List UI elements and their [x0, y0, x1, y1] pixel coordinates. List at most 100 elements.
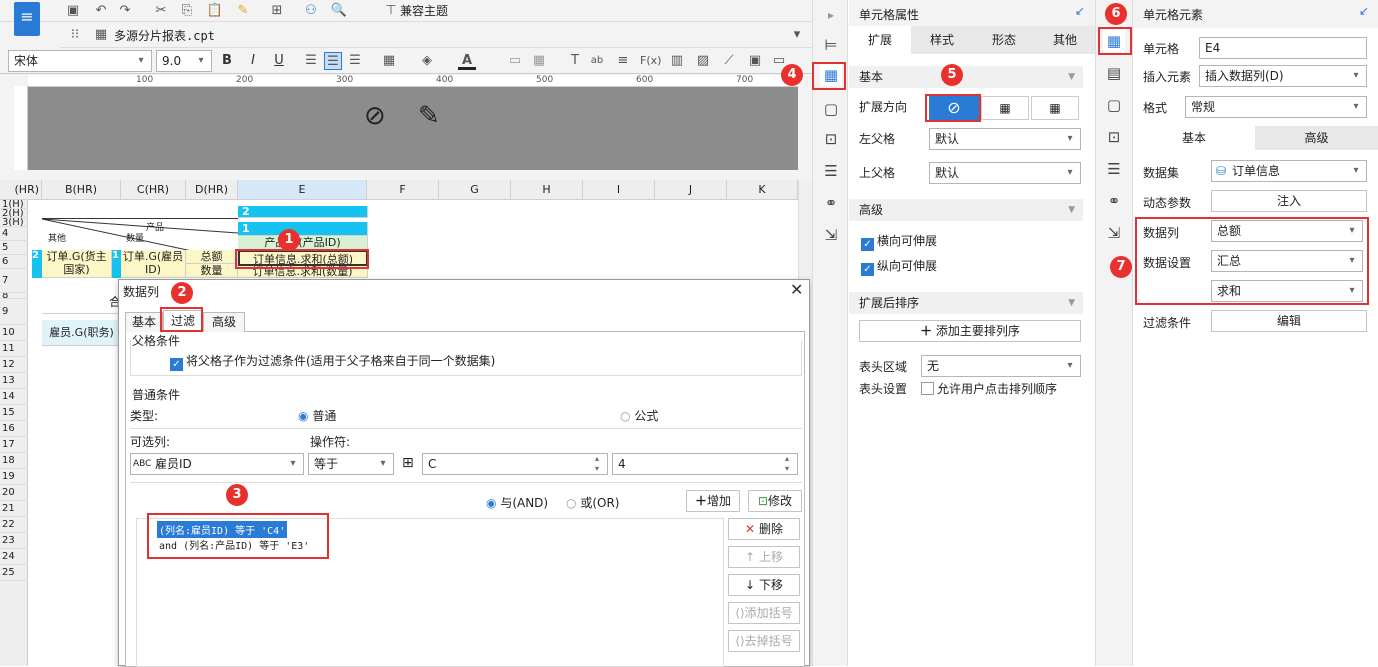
- column-header[interactable]: G: [439, 180, 511, 200]
- collapse-icon[interactable]: ↙: [1075, 4, 1085, 18]
- operator-select[interactable]: 等于 ▾: [308, 453, 394, 475]
- row-header[interactable]: 19: [0, 469, 28, 485]
- cell-name-input[interactable]: E4: [1199, 37, 1367, 59]
- cell-b4[interactable]: 订单.G(货主国家): [42, 250, 112, 278]
- row-header[interactable]: 12: [0, 357, 28, 373]
- tab-form[interactable]: 形态: [973, 26, 1035, 54]
- widget-icon[interactable]: ▢: [820, 98, 842, 120]
- bold-icon[interactable]: B: [218, 52, 236, 70]
- row-header[interactable]: 5: [0, 241, 28, 255]
- formula-icon[interactable]: F(x): [640, 52, 661, 70]
- text-icon[interactable]: T: [566, 52, 584, 70]
- inject-button[interactable]: 注入: [1211, 190, 1367, 212]
- allow-sort-checkbox[interactable]: 允许用户点击排列顺序: [921, 380, 1057, 397]
- abc-icon[interactable]: ab: [588, 52, 606, 70]
- cell-d5[interactable]: 数量: [186, 264, 238, 278]
- advanced-section[interactable]: 高级 ▼: [849, 199, 1083, 221]
- column-header[interactable]: H: [511, 180, 583, 200]
- collapse-arrow-icon[interactable]: ▸: [820, 4, 842, 26]
- sort-section[interactable]: 扩展后排序 ▼: [849, 292, 1083, 314]
- h-extend-checkbox[interactable]: ✓ 横向可伸展: [861, 232, 937, 251]
- expand-vertical-button[interactable]: ▦: [981, 96, 1029, 120]
- row-header[interactable]: 11: [0, 341, 28, 357]
- merge-cell-icon[interactable]: ▭: [506, 52, 524, 70]
- condition-attr-icon[interactable]: ☰: [820, 160, 842, 182]
- cell-ref-icon[interactable]: ⊞: [402, 455, 414, 471]
- row-header[interactable]: 9: [0, 299, 28, 325]
- or-radio[interactable]: ○ 或(OR): [566, 494, 619, 511]
- condition-attr-icon[interactable]: ☰: [1103, 158, 1125, 180]
- import-icon[interactable]: ⇲: [820, 224, 842, 246]
- tab-basic[interactable]: 基本: [125, 312, 163, 332]
- left-parent-select[interactable]: 默认 ▾: [929, 128, 1081, 150]
- collapse-icon[interactable]: ↙: [1359, 4, 1369, 18]
- header-area-select[interactable]: 无 ▾: [921, 355, 1081, 377]
- row-header[interactable]: 20: [0, 485, 28, 501]
- row-header[interactable]: 15: [0, 405, 28, 421]
- tab-elem-advanced[interactable]: 高级: [1255, 126, 1378, 150]
- app-logo-icon[interactable]: ≡: [14, 2, 40, 36]
- add-sort-button[interactable]: ＋ 添加主要排列序: [859, 320, 1081, 342]
- underline-icon[interactable]: U: [270, 52, 288, 70]
- image-icon[interactable]: ▨: [694, 52, 712, 70]
- cell-b8[interactable]: 雇员.G(职务): [42, 320, 122, 346]
- row-header[interactable]: 14: [0, 389, 28, 405]
- move-down-button[interactable]: ↓ 下移: [728, 574, 800, 596]
- row-header[interactable]: 23: [0, 533, 28, 549]
- tab-other[interactable]: 其他: [1035, 26, 1095, 54]
- hyperlink-box-icon[interactable]: ⊡: [1103, 126, 1125, 148]
- row-header[interactable]: 10: [0, 325, 28, 341]
- diagonal-header-cell[interactable]: 产品 数量 其他: [42, 218, 238, 251]
- row-header[interactable]: 18: [0, 453, 28, 469]
- tab-elem-basic[interactable]: 基本: [1133, 126, 1255, 150]
- cell-c4[interactable]: 订单.G(雇员ID): [121, 250, 186, 278]
- search-icon[interactable]: 🔍: [330, 2, 348, 20]
- row-header[interactable]: 6: [0, 255, 28, 269]
- hyperlink-box-icon[interactable]: ⊡: [820, 128, 842, 150]
- edit-filter-button[interactable]: 编辑: [1211, 310, 1367, 332]
- delete-button[interactable]: ✕ 删除: [728, 518, 800, 540]
- row-header[interactable]: 13: [0, 373, 28, 389]
- row-header[interactable]: 25: [0, 565, 28, 581]
- border-icon[interactable]: ▦: [380, 52, 398, 70]
- column-header[interactable]: J: [655, 180, 727, 200]
- cell-e3[interactable]: 产品.G(产品ID): [238, 236, 368, 250]
- tab-advanced[interactable]: 高级: [203, 312, 245, 332]
- column-header[interactable]: F: [367, 180, 439, 200]
- import-icon[interactable]: ⇲: [1103, 222, 1125, 244]
- theme-button[interactable]: 兼容主题: [400, 2, 448, 19]
- undo-icon[interactable]: ↶: [92, 2, 110, 20]
- cell-e2[interactable]: 1: [238, 222, 368, 236]
- font-name-select[interactable]: 宋体 ▾: [8, 50, 152, 72]
- column-header[interactable]: E: [238, 180, 367, 200]
- row-header[interactable]: 7: [0, 269, 28, 293]
- align-center-icon[interactable]: ☰: [324, 52, 342, 70]
- debug-icon[interactable]: ⚇: [302, 2, 320, 20]
- v-extend-checkbox[interactable]: ✓ 纵向可伸展: [861, 257, 937, 276]
- tab-style[interactable]: 样式: [911, 26, 973, 54]
- modify-button[interactable]: ⊡修改: [748, 490, 802, 512]
- row-header[interactable]: 16: [0, 421, 28, 437]
- cell-row7[interactable]: 合: [42, 290, 122, 314]
- column-header[interactable]: (HR): [0, 180, 42, 200]
- chart-icon[interactable]: ▥: [668, 52, 686, 70]
- align-right-icon[interactable]: ☰: [346, 52, 364, 70]
- type-normal-radio[interactable]: ◉ 普通: [298, 407, 336, 424]
- row-header[interactable]: 4: [0, 227, 28, 241]
- cell-attr-icon[interactable]: ⊨: [820, 34, 842, 56]
- rich-text-icon[interactable]: ≡: [614, 52, 632, 70]
- font-color-icon[interactable]: A: [458, 52, 476, 70]
- tab-expand[interactable]: 扩展: [849, 26, 911, 54]
- format-select[interactable]: 常规 ▾: [1185, 96, 1367, 118]
- save-icon[interactable]: ▣: [64, 2, 82, 20]
- row-header[interactable]: 17: [0, 437, 28, 453]
- column-select[interactable]: ABC 雇员ID ▾: [130, 453, 304, 475]
- column-header[interactable]: C(HR): [121, 180, 186, 200]
- redo-icon[interactable]: ↷: [116, 2, 134, 20]
- column-header[interactable]: K: [727, 180, 798, 200]
- add-button[interactable]: ＋增加: [686, 490, 740, 512]
- and-radio[interactable]: ◉ 与(AND): [486, 494, 548, 511]
- pencil-icon[interactable]: ✎: [418, 101, 440, 131]
- insert-element-select[interactable]: 插入数据列(D) ▾: [1199, 65, 1367, 87]
- number-input[interactable]: 4 ▴ ▾: [612, 453, 798, 475]
